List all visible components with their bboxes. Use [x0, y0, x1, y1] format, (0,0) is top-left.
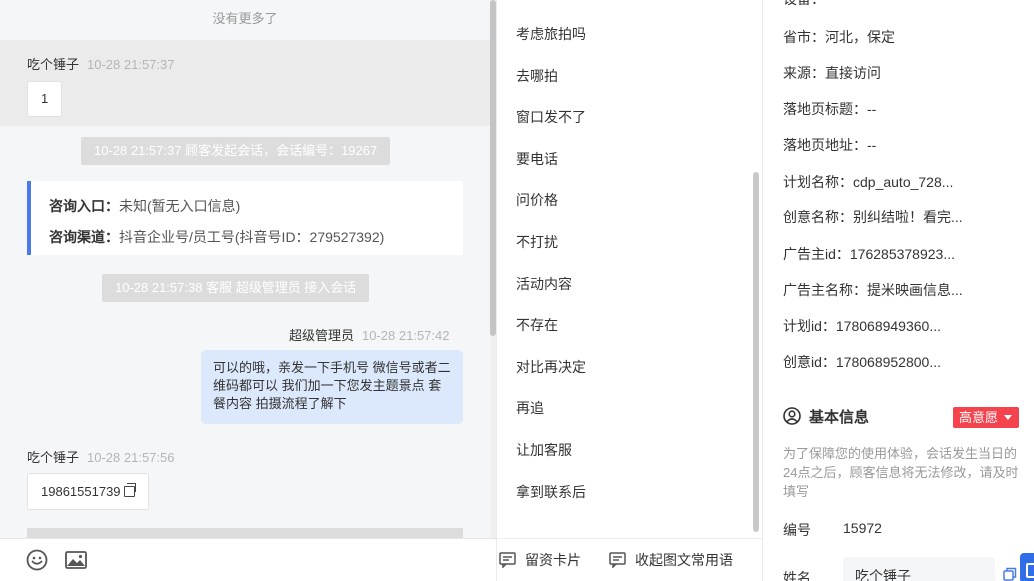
lead-card-button[interactable]: 留资卡片: [499, 539, 581, 581]
quick-reply-scrollbar[interactable]: [753, 172, 759, 532]
partial-message: [27, 528, 463, 538]
name-input[interactable]: 吃个锤子: [843, 557, 995, 581]
caret-down-icon: [1004, 415, 1012, 420]
chat-toolbar: [0, 538, 496, 581]
message-time: 10-28 21:57:37: [87, 57, 175, 72]
floating-tool-button[interactable]: [1020, 553, 1034, 581]
channel-row: 咨询渠道：抖音企业号/员工号(抖音号ID：279527392): [49, 222, 463, 253]
agent-message-header: 超级管理员 10-28 21:57:42: [289, 325, 449, 344]
quick-reply-item[interactable]: 不打扰: [497, 222, 753, 264]
creative-name-attr: 创意名称：别纠结啦！看完...: [783, 209, 963, 225]
message-icon: [609, 552, 626, 569]
quick-reply-item[interactable]: 窗口发不了: [497, 97, 753, 139]
source-attr: 来源：直接访问: [783, 65, 881, 81]
quick-reply-item[interactable]: 不存在: [497, 305, 753, 347]
quick-reply-list[interactable]: 考虑旅拍吗 去哪拍 窗口发不了 要电话 问价格 不打扰 活动内容 不存在 对比再…: [497, 14, 753, 513]
agent-message-time: 10-28 21:57:42: [362, 328, 450, 343]
agent-message-text: 可以的哦，亲发一下手机号 微信号或者二维码都可以 我们加一下您发主题景点 套餐内…: [213, 360, 451, 411]
consult-entry-card: 咨询入口：未知(暂无入口信息) 咨询渠道：抖音企业号/员工号(抖音号ID：279…: [27, 181, 463, 255]
copy-icon[interactable]: [1003, 567, 1017, 581]
quick-replies-panel: 考虑旅拍吗 去哪拍 窗口发不了 要电话 问价格 不打扰 活动内容 不存在 对比再…: [496, 0, 763, 581]
device-attr: 设备：: [783, 0, 825, 9]
plan-id-attr: 计划id：178068949360...: [783, 318, 941, 334]
entry-row: 咨询入口：未知(暂无入口信息): [49, 191, 463, 222]
image-icon[interactable]: [65, 549, 87, 571]
quick-reply-item[interactable]: 去哪拍: [497, 56, 753, 98]
creative-id-attr: 创意id：178068952800...: [783, 354, 941, 370]
quick-reply-footer: 留资卡片 收起图文常用语: [497, 538, 763, 581]
number-label: 编号: [783, 522, 811, 538]
quick-reply-item[interactable]: 考虑旅拍吗: [497, 14, 753, 56]
landing-url-attr: 落地页地址：--: [783, 137, 877, 153]
message-header: 吃个锤子 10-28 21:57:37: [27, 54, 174, 73]
agent-message-bubble[interactable]: 可以的哦，亲发一下手机号 微信号或者二维码都可以 我们加一下您发主题景点 套餐内…: [201, 350, 463, 424]
advertiser-id-attr: 广告主id：176285378923...: [783, 246, 955, 262]
phone-text: 19861551739: [41, 484, 121, 499]
edit-notice: 为了保障您的使用体验，会话发生当日的24点之后，顾客信息将无法修改，请及时填写: [783, 446, 1019, 499]
chat-panel: 没有更多了 吃个锤子 10-28 21:57:37 1 10-28 21:57:3…: [0, 0, 496, 581]
quick-reply-item[interactable]: 让加客服: [497, 430, 753, 472]
phone-message-bubble[interactable]: 19861551739: [27, 473, 149, 510]
no-more-hint: 没有更多了: [0, 0, 490, 40]
copy-icon[interactable]: [123, 483, 136, 497]
advertiser-name-attr: 广告主名称：提米映画信息...: [783, 282, 963, 298]
highlighted-message: [0, 40, 490, 126]
user-circle-icon: [783, 407, 801, 425]
customer-info-panel: 设备： 省市：河北，保定 来源：直接访问 落地页标题：-- 落地页地址：-- 计…: [762, 0, 1034, 581]
sender-name-2: 吃个锤子: [27, 450, 80, 465]
plan-name-attr: 计划名称：cdp_auto_728...: [783, 174, 954, 190]
quick-reply-item[interactable]: 对比再决定: [497, 347, 753, 389]
entry-label: 咨询入口：: [49, 198, 119, 214]
entry-value: 未知(暂无入口信息): [119, 198, 241, 214]
quick-reply-item[interactable]: 问价格: [497, 180, 753, 222]
channel-value: 抖音企业号/员工号(抖音号ID：279527392): [119, 229, 385, 245]
number-value: 15972: [843, 520, 882, 536]
basic-info-label: 基本信息: [809, 409, 870, 426]
collapse-phrases-label: 收起图文常用语: [635, 552, 733, 568]
collapse-phrases-button[interactable]: 收起图文常用语: [609, 539, 733, 581]
quick-reply-item[interactable]: 活动内容: [497, 264, 753, 306]
message-text: 1: [41, 91, 49, 106]
lead-card-label: 留资卡片: [525, 552, 581, 568]
region-attr: 省市：河北，保定: [783, 29, 895, 45]
smiley-icon[interactable]: [26, 549, 48, 571]
name-label: 姓名: [783, 570, 811, 581]
basic-info-title: 基本信息: [783, 406, 869, 427]
message-time-2: 10-28 21:57:56: [87, 450, 175, 465]
channel-label: 咨询渠道：: [49, 229, 119, 245]
message-list[interactable]: 没有更多了 吃个锤子 10-28 21:57:37 1 10-28 21:57:3…: [0, 0, 490, 538]
quick-reply-item[interactable]: 拿到联系后: [497, 472, 753, 514]
agent-name: 超级管理员: [289, 328, 355, 343]
quick-reply-item[interactable]: 要电话: [497, 139, 753, 181]
sender-name: 吃个锤子: [27, 57, 80, 72]
system-session-start: 10-28 21:57:37 顾客发起会话，会话编号：19267: [81, 137, 391, 165]
customer-message-bubble[interactable]: 1: [27, 81, 63, 117]
card-icon: [499, 552, 516, 569]
intent-level-dropdown[interactable]: 高意愿: [953, 407, 1019, 428]
quick-reply-item[interactable]: 再追: [497, 388, 753, 430]
landing-title-attr: 落地页标题：--: [783, 101, 877, 117]
system-agent-join: 10-28 21:57:38 客服 超级管理员 接入会话: [102, 274, 370, 302]
message-header-2: 吃个锤子 10-28 21:57:56: [27, 447, 174, 466]
intent-label: 高意愿: [959, 410, 999, 425]
